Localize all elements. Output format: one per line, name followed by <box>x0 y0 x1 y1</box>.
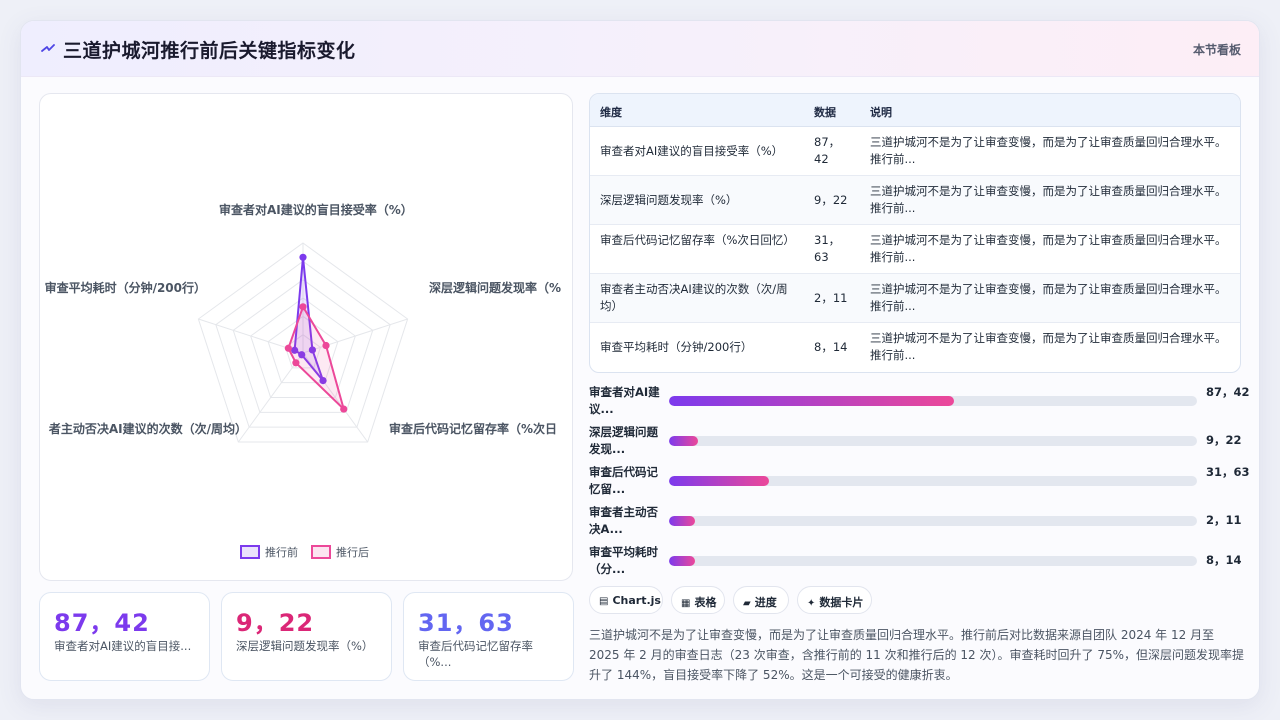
kpi-label: 审查者对AI建议的盲目接... <box>54 639 192 653</box>
table-header: 维度 数据 说明 <box>590 94 1240 127</box>
chip-chart-js[interactable]: ▤ Chart.js <box>589 586 663 614</box>
progress-fill <box>669 436 699 446</box>
table-row: 审查平均耗时（分钟/200行） 8，14 三道护城河不是为了让审查变慢，而是为了… <box>590 323 1240 372</box>
kpi-value: 9，22 <box>236 609 315 637</box>
chip-label: 数据卡片 <box>819 596 864 609</box>
table-row: 深层逻辑问题发现率（%） 9，22 三道护城河不是为了让审查变慢，而是为了让审查… <box>590 176 1240 225</box>
legend-label: 推行后 <box>336 545 369 559</box>
kpi-card-blind-acceptance: 87，42 审查者对AI建议的盲目接... <box>39 592 210 681</box>
table-row: 审查者对AI建议的盲目接受率（%） 87，42 三道护城河不是为了让审查变慢，而… <box>590 127 1240 176</box>
radar-point <box>322 341 330 350</box>
section-tag: 本节看板 <box>1192 43 1241 57</box>
column-header-data: 数据 <box>814 106 836 119</box>
radar-chart: 审查者对AI建议的盲目接受率（%） 深层逻辑问题发现率（% 审查后代码记忆留存率（%… <box>45 202 561 559</box>
progress-row: 审查者主动否决A... 2，11 <box>589 504 1249 538</box>
cell-data: 31，63 <box>814 233 841 264</box>
kpi-card-deep-logic: 9，22 深层逻辑问题发现率（%） <box>221 592 392 681</box>
radar-point <box>340 405 348 413</box>
radar-chart-panel: 审查者对AI建议的盲目接受率（%） 深层逻辑问题发现率（% 审查后代码记忆留存率（%… <box>39 93 573 581</box>
progress-fill <box>669 516 696 526</box>
page-title: 三道护城河推行前后关键指标变化 <box>63 40 356 62</box>
kpi-value: 31，63 <box>418 609 514 637</box>
cell-note: 三道护城河不是为了让审查变慢，而是为了让审查质量回归合理水平。推行前... <box>870 184 1227 215</box>
sparkle-icon <box>41 44 55 52</box>
radar-point <box>284 344 292 352</box>
radar-axis-label: 审查后代码记忆留存率（%次日 <box>389 421 557 436</box>
cell-note: 三道护城河不是为了让审查变慢，而是为了让审查质量回归合理水平。推行前... <box>870 233 1227 264</box>
progress-value: 31，63 <box>1206 465 1250 479</box>
chart-icon: ▤ <box>599 596 609 607</box>
cell-dimension: 审查平均耗时（分钟/200行） <box>600 340 753 354</box>
table-row: 审查后代码记忆留存率（%次日回忆） 31，63 三道护城河不是为了让审查变慢，而… <box>590 225 1240 274</box>
progress-row: 审查后代码记忆留... 31，63 <box>589 464 1250 498</box>
chip-label: Chart.js <box>612 594 661 607</box>
radar-axis-label: 审查者对AI建议的盲目接受率（%） <box>219 202 413 217</box>
legend-swatch <box>311 545 331 559</box>
progress-track <box>669 516 1197 526</box>
summary-text: 三道护城河不是为了让审查变慢，而是为了让审查质量回归合理水平。推行前后对比数据来… <box>589 628 1244 682</box>
kpi-label: 深层逻辑问题发现率（%） <box>236 639 374 653</box>
radar-point <box>299 253 307 261</box>
progress-value: 9，22 <box>1206 433 1242 447</box>
progress-fill <box>669 396 955 406</box>
radar-axis-label: 者主动否决AI建议的次数（次/周均） <box>48 421 247 436</box>
kpi-value: 87，42 <box>54 609 150 637</box>
legend-label: 推行前 <box>265 545 298 559</box>
kpi-label: 审查后代码记忆留存率（%... <box>418 639 533 669</box>
progress-row: 深层逻辑问题发现... 9，22 <box>589 424 1249 458</box>
progress-label: 审查者主动否决A... <box>589 505 658 536</box>
chip-label: 进度 <box>754 596 777 609</box>
progress-icon: ▰ <box>743 598 751 609</box>
cell-dimension: 审查者主动否决AI建议的次数（次/周均） <box>600 282 788 313</box>
cell-note: 三道护城河不是为了让审查变慢，而是为了让审查质量回归合理水平。推行前... <box>870 331 1227 362</box>
column-header-note: 说明 <box>870 106 892 119</box>
cell-data: 9，22 <box>814 193 848 207</box>
progress-track <box>669 396 1197 406</box>
cell-note: 三道护城河不是为了让审查变慢，而是为了让审查质量回归合理水平。推行前... <box>870 135 1227 166</box>
radar-axis-label: 审查平均耗时（分钟/200行） <box>45 280 206 295</box>
progress-value: 8，14 <box>1206 553 1242 567</box>
table-row: 审查者主动否决AI建议的次数（次/周均） 2，11 三道护城河不是为了让审查变慢… <box>590 274 1240 323</box>
cell-data: 2，11 <box>814 291 848 305</box>
metrics-table: 维度 数据 说明 审查者对AI建议的盲目接受率（%） 87，42 三道护城河不是… <box>589 93 1241 373</box>
radar-axis-label: 深层逻辑问题发现率（% <box>429 280 561 295</box>
card-icon: ✦ <box>807 598 816 609</box>
progress-track <box>669 476 1197 486</box>
cell-dimension: 深层逻辑问题发现率（%） <box>600 193 738 207</box>
progress-label: 审查后代码记忆留... <box>589 465 658 496</box>
cell-data: 8，14 <box>814 340 848 354</box>
progress-label: 深层逻辑问题发现... <box>589 425 658 456</box>
kpi-card-memory-retention: 31，63 审查后代码记忆留存率（%... <box>403 592 574 681</box>
chip-data-card[interactable]: ✦ 数据卡片 <box>797 586 872 614</box>
progress-fill <box>669 476 770 486</box>
table-icon: ▦ <box>681 598 691 609</box>
column-header-dimension: 维度 <box>600 106 622 119</box>
dashboard-card: 三道护城河推行前后关键指标变化 本节看板 审查者对AI建议的盲目接受率（%） 深层… <box>20 20 1260 700</box>
cell-note: 三道护城河不是为了让审查变慢，而是为了让审查质量回归合理水平。推行前... <box>870 282 1227 313</box>
radar-point <box>299 303 307 311</box>
progress-track <box>669 556 1197 566</box>
legend-swatch <box>240 545 260 559</box>
radar-point <box>292 359 300 367</box>
cell-data: 87，42 <box>814 135 841 166</box>
progress-row: 审查者对AI建议... 87，42 <box>589 384 1250 418</box>
progress-track <box>669 436 1197 446</box>
cell-dimension: 审查者对AI建议的盲目接受率（%） <box>600 144 784 158</box>
chip-label: 表格 <box>694 596 717 609</box>
progress-row: 审查平均耗时（分... 8，14 <box>589 544 1249 578</box>
progress-fill <box>669 556 696 566</box>
cell-dimension: 审查后代码记忆留存率（%次日回忆） <box>600 233 795 247</box>
progress-value: 87，42 <box>1206 385 1250 399</box>
chip-progress[interactable]: ▰ 进度 <box>733 586 789 614</box>
progress-value: 2，11 <box>1206 513 1242 527</box>
header: 三道护城河推行前后关键指标变化 本节看板 <box>21 21 1259 77</box>
progress-label: 审查者对AI建议... <box>589 385 660 416</box>
chip-table[interactable]: ▦ 表格 <box>671 586 725 614</box>
progress-label: 审查平均耗时（分... <box>589 545 658 576</box>
